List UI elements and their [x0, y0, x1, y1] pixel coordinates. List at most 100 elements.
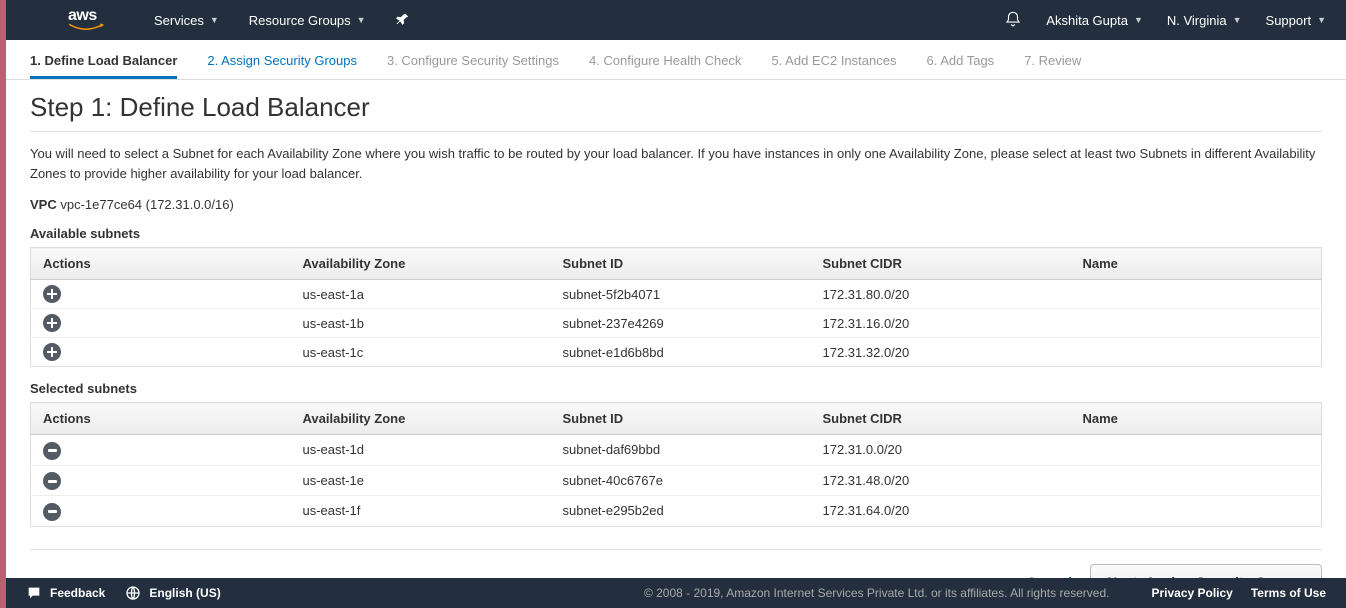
cell-name: [1071, 280, 1322, 309]
aws-logo-text: aws: [68, 7, 97, 24]
cell-id: subnet-daf69bbd: [551, 435, 811, 466]
top-nav: aws Services ▼ Resource Groups ▼ Akshita…: [0, 0, 1346, 40]
page-title: Step 1: Define Load Balancer: [30, 92, 1322, 123]
remove-subnet-button[interactable]: [43, 472, 61, 490]
feedback-link[interactable]: Feedback: [26, 585, 105, 601]
wizard-tab-4-label: 4. Configure Health Check: [589, 53, 741, 68]
wizard-tab-6-label: 6. Add Tags: [926, 53, 994, 68]
cell-cidr: 172.31.0.0/20: [811, 435, 1071, 466]
wizard-tab-1[interactable]: 1. Define Load Balancer: [30, 44, 177, 79]
caret-down-icon: ▼: [357, 15, 366, 25]
nav-services-label: Services: [154, 13, 204, 28]
table-row: us-east-1f subnet-e295b2ed 172.31.64.0/2…: [31, 496, 1322, 527]
cell-name: [1071, 465, 1322, 496]
aws-logo[interactable]: aws: [68, 7, 104, 33]
remove-subnet-button[interactable]: [43, 442, 61, 460]
globe-icon: [125, 585, 141, 601]
wizard-tab-3[interactable]: 3. Configure Security Settings: [387, 44, 559, 79]
table-row: us-east-1c subnet-e1d6b8bd 172.31.32.0/2…: [31, 338, 1322, 367]
cell-name: [1071, 496, 1322, 527]
selected-subnets-table: Actions Availability Zone Subnet ID Subn…: [30, 402, 1322, 527]
vpc-label: VPC: [30, 197, 57, 212]
available-subnets-title: Available subnets: [30, 226, 1322, 241]
th-subnet-id: Subnet ID: [551, 248, 811, 280]
cell-az: us-east-1a: [291, 280, 551, 309]
cell-cidr: 172.31.80.0/20: [811, 280, 1071, 309]
cell-cidr: 172.31.64.0/20: [811, 496, 1071, 527]
cell-name: [1071, 338, 1322, 367]
wizard-tab-7[interactable]: 7. Review: [1024, 44, 1081, 79]
caret-down-icon: ▼: [210, 15, 219, 25]
caret-down-icon: ▼: [1233, 15, 1242, 25]
th-subnet-id: Subnet ID: [551, 403, 811, 435]
nav-support-menu[interactable]: Support ▼: [1266, 13, 1326, 28]
next-button[interactable]: Next: Assign Security Groups: [1090, 564, 1322, 579]
table-row: us-east-1e subnet-40c6767e 172.31.48.0/2…: [31, 465, 1322, 496]
main-content[interactable]: Step 1: Define Load Balancer You will ne…: [6, 80, 1346, 578]
table-row: us-east-1a subnet-5f2b4071 172.31.80.0/2…: [31, 280, 1322, 309]
nav-support-label: Support: [1266, 13, 1312, 28]
copyright-text: © 2008 - 2019, Amazon Internet Services …: [644, 586, 1110, 600]
cell-name: [1071, 309, 1322, 338]
wizard-tab-5[interactable]: 5. Add EC2 Instances: [771, 44, 896, 79]
notifications-icon[interactable]: [1004, 10, 1022, 31]
wizard-tab-2[interactable]: 2. Assign Security Groups: [207, 44, 357, 79]
remove-subnet-button[interactable]: [43, 503, 61, 521]
add-subnet-button[interactable]: [43, 314, 61, 332]
terms-link[interactable]: Terms of Use: [1251, 586, 1326, 600]
intro-text: You will need to select a Subnet for eac…: [30, 144, 1322, 183]
th-actions: Actions: [31, 403, 291, 435]
add-subnet-button[interactable]: [43, 343, 61, 361]
vpc-value: vpc-1e77ce64 (172.31.0.0/16): [60, 197, 233, 212]
wizard-tab-4[interactable]: 4. Configure Health Check: [589, 44, 741, 79]
cell-id: subnet-e295b2ed: [551, 496, 811, 527]
speech-bubble-icon: [26, 585, 42, 601]
wizard-tab-1-label: 1. Define Load Balancer: [30, 53, 177, 68]
divider: [30, 131, 1322, 132]
nav-services[interactable]: Services ▼: [154, 13, 219, 28]
privacy-link[interactable]: Privacy Policy: [1151, 586, 1232, 600]
caret-down-icon: ▼: [1317, 15, 1326, 25]
nav-account-menu[interactable]: Akshita Gupta ▼: [1046, 13, 1143, 28]
bottom-bar: Feedback English (US) © 2008 - 2019, Ama…: [6, 578, 1346, 608]
nav-region-menu[interactable]: N. Virginia ▼: [1167, 13, 1242, 28]
add-subnet-button[interactable]: [43, 285, 61, 303]
language-label: English (US): [149, 586, 220, 600]
cell-az: us-east-1f: [291, 496, 551, 527]
th-cidr: Subnet CIDR: [811, 248, 1071, 280]
nav-right: Akshita Gupta ▼ N. Virginia ▼ Support ▼: [1004, 10, 1326, 31]
table-row: us-east-1d subnet-daf69bbd 172.31.0.0/20: [31, 435, 1322, 466]
cell-az: us-east-1b: [291, 309, 551, 338]
wizard-tab-3-label: 3. Configure Security Settings: [387, 53, 559, 68]
cell-name: [1071, 435, 1322, 466]
cell-id: subnet-237e4269: [551, 309, 811, 338]
available-subnets-table: Actions Availability Zone Subnet ID Subn…: [30, 247, 1322, 367]
feedback-label: Feedback: [50, 586, 105, 600]
wizard-tab-5-label: 5. Add EC2 Instances: [771, 53, 896, 68]
caret-down-icon: ▼: [1134, 15, 1143, 25]
selected-subnets-title: Selected subnets: [30, 381, 1322, 396]
th-az: Availability Zone: [291, 403, 551, 435]
th-name: Name: [1071, 403, 1322, 435]
cell-cidr: 172.31.16.0/20: [811, 309, 1071, 338]
wizard-tab-7-label: 7. Review: [1024, 53, 1081, 68]
cell-az: us-east-1e: [291, 465, 551, 496]
cell-id: subnet-5f2b4071: [551, 280, 811, 309]
pin-icon[interactable]: [396, 12, 410, 29]
nav-resource-groups-label: Resource Groups: [249, 13, 351, 28]
nav-resource-groups[interactable]: Resource Groups ▼: [249, 13, 366, 28]
cell-cidr: 172.31.32.0/20: [811, 338, 1071, 367]
wizard-tab-2-label: 2. Assign Security Groups: [207, 53, 357, 68]
cell-az: us-east-1c: [291, 338, 551, 367]
wizard-tabs: 1. Define Load Balancer 2. Assign Securi…: [0, 44, 1346, 80]
aws-smile-icon: [68, 23, 104, 33]
wizard-tab-6[interactable]: 6. Add Tags: [926, 44, 994, 79]
cell-id: subnet-e1d6b8bd: [551, 338, 811, 367]
th-cidr: Subnet CIDR: [811, 403, 1071, 435]
left-accent-bar: [0, 0, 6, 608]
language-selector[interactable]: English (US): [125, 585, 220, 601]
nav-account-label: Akshita Gupta: [1046, 13, 1128, 28]
nav-region-label: N. Virginia: [1167, 13, 1227, 28]
wizard-footer-buttons: Cancel Next: Assign Security Groups: [30, 549, 1322, 579]
th-name: Name: [1071, 248, 1322, 280]
